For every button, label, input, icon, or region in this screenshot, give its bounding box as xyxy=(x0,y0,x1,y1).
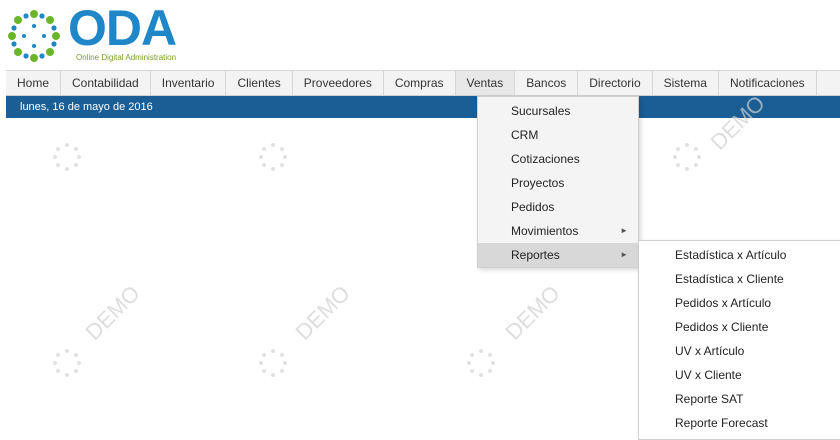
nav-contabilidad[interactable]: Contabilidad xyxy=(61,71,151,95)
logo-tagline: Online Digital Administration xyxy=(76,53,177,62)
reportes-submenu: Estadística x Artículo Estadística x Cli… xyxy=(638,240,840,440)
menu-item-crm[interactable]: CRM xyxy=(478,123,638,147)
watermark-demo: DEMO xyxy=(290,280,355,345)
menu-item-pedidos[interactable]: Pedidos xyxy=(478,195,638,219)
nav-inventario[interactable]: Inventario xyxy=(151,71,227,95)
menu-item-cotizaciones[interactable]: Cotizaciones xyxy=(478,147,638,171)
submenu-item-reporte-sat[interactable]: Reporte SAT xyxy=(639,387,840,411)
watermark-logo-icon xyxy=(673,143,701,171)
watermark-logo-icon xyxy=(259,143,287,171)
watermark-demo: DEMO xyxy=(80,280,145,345)
logo-wordmark: ODA xyxy=(68,0,177,56)
ventas-dropdown: Sucursales CRM Cotizaciones Proyectos Pe… xyxy=(477,96,639,268)
current-date: lunes, 16 de mayo de 2016 xyxy=(20,101,153,113)
submenu-item-uv-articulo[interactable]: UV x Artículo xyxy=(639,339,840,363)
nav-ventas[interactable]: Ventas xyxy=(455,71,516,95)
submenu-item-pedidos-cliente[interactable]: Pedidos x Cliente xyxy=(639,315,840,339)
top-nav: Home Contabilidad Inventario Clientes Pr… xyxy=(6,70,840,96)
watermark-logo-icon xyxy=(53,143,81,171)
oda-logo[interactable]: ODA Online Digital Administration xyxy=(6,0,196,62)
submenu-item-reporte-forecast[interactable]: Reporte Forecast xyxy=(639,411,840,435)
header: ODA Online Digital Administration xyxy=(0,0,840,68)
date-bar: lunes, 16 de mayo de 2016 xyxy=(6,96,840,118)
menu-item-reportes[interactable]: Reportes ► xyxy=(478,243,638,267)
submenu-item-pedidos-articulo[interactable]: Pedidos x Artículo xyxy=(639,291,840,315)
nav-sistema[interactable]: Sistema xyxy=(653,71,719,95)
chevron-right-icon: ► xyxy=(620,250,628,259)
watermark-logo-icon xyxy=(467,349,495,377)
watermark-demo: DEMO xyxy=(500,280,565,345)
watermark-logo-icon xyxy=(53,349,81,377)
nav-notificaciones[interactable]: Notificaciones xyxy=(719,71,817,95)
nav-clientes[interactable]: Clientes xyxy=(226,71,293,95)
menu-item-movimientos[interactable]: Movimientos ► xyxy=(478,219,638,243)
submenu-item-estadistica-cliente[interactable]: Estadística x Cliente xyxy=(639,267,840,291)
menu-item-sucursales[interactable]: Sucursales xyxy=(478,99,638,123)
submenu-item-estadistica-articulo[interactable]: Estadística x Artículo xyxy=(639,243,840,267)
menu-item-proyectos[interactable]: Proyectos xyxy=(478,171,638,195)
logo-dots-icon xyxy=(8,10,60,62)
nav-compras[interactable]: Compras xyxy=(384,71,456,95)
chevron-right-icon: ► xyxy=(620,226,628,235)
nav-bancos[interactable]: Bancos xyxy=(515,71,579,95)
nav-directorio[interactable]: Directorio xyxy=(578,71,653,95)
submenu-item-uv-cliente[interactable]: UV x Cliente xyxy=(639,363,840,387)
nav-proveedores[interactable]: Proveedores xyxy=(293,71,384,95)
watermark-logo-icon xyxy=(259,349,287,377)
nav-home[interactable]: Home xyxy=(6,71,62,95)
